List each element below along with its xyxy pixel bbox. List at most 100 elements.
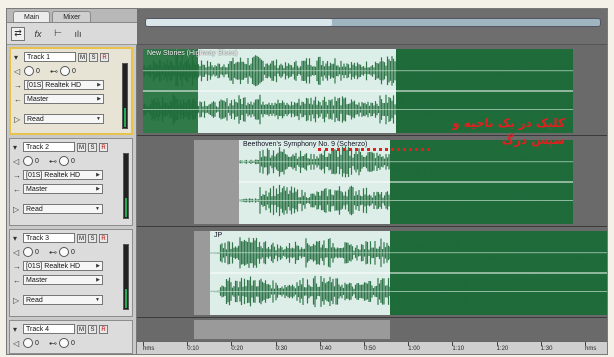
automation-select[interactable]: Read ▼	[24, 114, 104, 124]
ruler-tick	[540, 342, 542, 346]
collapse-icon[interactable]: ▾	[13, 143, 21, 152]
collapse-icon[interactable]: ▾	[13, 234, 21, 243]
track-lane-4[interactable]	[137, 318, 607, 341]
record-button[interactable]: R	[99, 233, 108, 243]
volume-icon: ◁	[13, 247, 20, 257]
clip-title: New Stories (Highway Blues)	[147, 50, 238, 57]
track-header-3[interactable]: ▾ Track 3 M S R ◁ 0 ⊷ 0 → [01S] Realtek …	[9, 229, 133, 317]
clip-title: JP	[214, 232, 223, 239]
ruler-tick	[275, 342, 277, 346]
chevron-down-icon: ▼	[95, 297, 100, 303]
track-header-4[interactable]: ▾ Track 4 M S R ◁ 0 ⊷ 0	[9, 320, 133, 354]
mute-button[interactable]: M	[77, 142, 86, 152]
track-name-field[interactable]: Track 2	[23, 142, 75, 152]
audio-clip-2[interactable]: Beethoven's Symphony No. 9 (Scherzo)	[239, 140, 573, 224]
time-ruler[interactable]: hms 0:10 0:20 0:30 0:40 0:50 1:00 1:10 1:20 1:30 h…	[137, 341, 607, 354]
automation-select[interactable]: Read ▼	[23, 204, 103, 214]
solo-button[interactable]: S	[88, 142, 97, 152]
volume-knob[interactable]	[23, 247, 33, 257]
track-name-field[interactable]: Track 4	[23, 324, 75, 334]
solo-button[interactable]: S	[89, 52, 98, 62]
automation-select[interactable]: Read ▼	[23, 295, 103, 305]
fx-icon[interactable]: fx	[31, 27, 45, 41]
automation-icon: ▷	[13, 295, 20, 305]
zoom-scrollbar-thumb[interactable]	[146, 19, 332, 26]
solo-button[interactable]: S	[88, 233, 97, 243]
ruler-tick	[585, 342, 586, 346]
pan-value[interactable]: 0	[71, 249, 83, 256]
meter-icon[interactable]: ılı	[71, 27, 85, 41]
volume-knob[interactable]	[23, 338, 33, 348]
chevron-down-icon: ▶	[97, 82, 101, 88]
volume-value[interactable]: 0	[36, 68, 48, 75]
chevron-down-icon: ▶	[96, 263, 100, 269]
output-select[interactable]: Master ▶	[24, 94, 104, 104]
pan-value[interactable]: 0	[72, 68, 84, 75]
annotation-pointer	[318, 148, 430, 151]
automation-icon: ▷	[14, 114, 21, 124]
ruler-tick	[408, 342, 410, 346]
input-select[interactable]: [01S] Realtek HD ▶	[24, 80, 104, 90]
ruler-label: hms	[585, 346, 597, 352]
volume-value[interactable]: 0	[35, 158, 47, 165]
pan-knob[interactable]	[59, 338, 69, 348]
pan-icon: ⊷	[49, 156, 57, 166]
pan-value[interactable]: 0	[71, 340, 83, 347]
collapse-icon[interactable]: ▾	[14, 53, 22, 62]
chevron-down-icon: ▶	[97, 96, 101, 102]
input-select[interactable]: [01S] Realtek HD ▶	[23, 261, 103, 271]
record-button[interactable]: R	[100, 52, 109, 62]
track-name-field[interactable]: Track 3	[23, 233, 75, 243]
ruler-label: 1:20	[496, 346, 509, 352]
clip-title: Beethoven's Symphony No. 9 (Scherzo)	[243, 141, 368, 148]
mute-button[interactable]: M	[77, 233, 86, 243]
waveform-track-3	[210, 237, 607, 308]
volume-knob[interactable]	[23, 156, 33, 166]
track-headers: ▾ Track 1 M S R ◁ 0 ⊷ 0 → [01S] Realtek …	[7, 45, 137, 354]
track-name-field[interactable]: Track 1	[24, 52, 76, 62]
solo-button[interactable]: S	[88, 324, 97, 334]
pan-knob[interactable]	[60, 66, 70, 76]
collapse-icon[interactable]: ▾	[13, 325, 21, 334]
overview-strip	[137, 9, 607, 45]
pan-knob[interactable]	[59, 247, 69, 257]
swap-icon[interactable]: ⇄	[11, 26, 25, 41]
annotation-line-1: کلیک در یک ناحیه و	[452, 116, 565, 130]
record-button[interactable]: R	[99, 324, 108, 334]
pan-icon: ⊷	[49, 247, 57, 257]
track-lane-3[interactable]: JP	[137, 227, 607, 318]
volume-value[interactable]: 0	[35, 340, 47, 347]
track-header-2[interactable]: ▾ Track 2 M S R ◁ 0 ⊷ 0 → [01S] Realtek …	[9, 138, 133, 226]
ruler-tick	[364, 342, 365, 346]
chevron-down-icon: ▶	[96, 186, 100, 192]
track-header-1[interactable]: ▾ Track 1 M S R ◁ 0 ⊷ 0 → [01S] Realtek …	[9, 47, 133, 135]
mute-button[interactable]: M	[77, 324, 86, 334]
pan-value[interactable]: 0	[71, 158, 83, 165]
ruler-label: 0:40	[319, 346, 332, 352]
multitrack-window: Main Mixer ⇄ fx ⊢ ılı ▾ Track 1 M S R ◁	[6, 8, 608, 355]
input-select[interactable]: [01S] Realtek HD ▶	[23, 170, 103, 180]
empty-region	[194, 140, 239, 224]
record-button[interactable]: R	[99, 142, 108, 152]
output-icon: ←	[13, 184, 21, 194]
eq-icon[interactable]: ⊢	[51, 27, 65, 41]
waveform-area[interactable]: New Stories (Highway Blues) Beethoven's …	[137, 45, 607, 341]
audio-clip-3[interactable]: JP	[210, 231, 607, 315]
volume-knob[interactable]	[24, 66, 34, 76]
mute-button[interactable]: M	[78, 52, 87, 62]
output-select[interactable]: Master ▶	[23, 184, 103, 194]
ruler-label: 0:30	[275, 346, 288, 352]
ruler-tick	[143, 342, 144, 346]
ruler-label: hms	[143, 346, 155, 352]
volume-icon: ◁	[13, 338, 20, 348]
chevron-down-icon: ▼	[96, 116, 101, 122]
pan-knob[interactable]	[59, 156, 69, 166]
ruler-label: 1:10	[452, 346, 465, 352]
ruler-label: 1:00	[408, 346, 420, 352]
output-select[interactable]: Master ▶	[23, 275, 103, 285]
output-icon: ←	[14, 94, 22, 104]
zoom-scrollbar[interactable]	[145, 18, 601, 27]
pan-icon: ⊷	[50, 66, 58, 76]
annotation-line-2: سپس درگ	[501, 133, 565, 147]
volume-value[interactable]: 0	[35, 249, 47, 256]
